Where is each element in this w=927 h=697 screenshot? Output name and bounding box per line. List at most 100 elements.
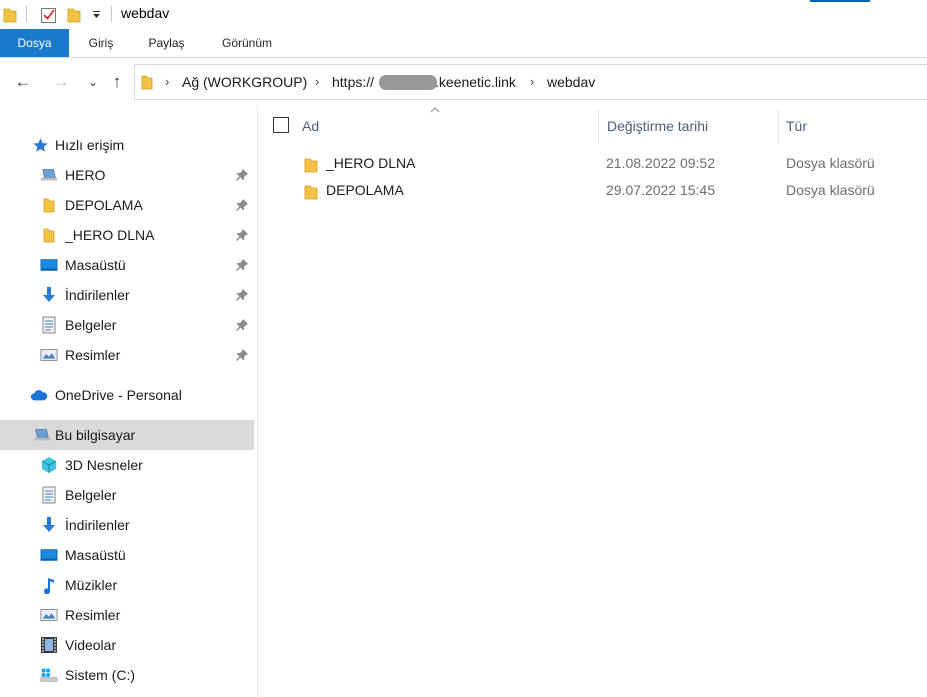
redacted-hostname [379,75,437,90]
address-bar[interactable]: › Ağ (WORKGROUP) › https:// .keenetic.li… [134,64,927,100]
desktop-icon [40,256,58,274]
column-divider[interactable] [598,110,599,144]
sidebar-item-depolama[interactable]: DEPOLAMA [0,190,254,220]
tab-home[interactable]: Giriş [78,29,124,57]
breadcrumb-host-prefix[interactable]: https:// [332,65,374,99]
sidebar-item-hero-dlna[interactable]: _HERO DLNA [0,220,254,250]
downloads-icon [40,286,58,304]
sidebar-item-label: İndirilenler [65,517,130,533]
column-divider[interactable] [778,110,779,144]
computer-icon [33,426,51,444]
videos-icon [40,636,58,654]
forward-button[interactable]: → [51,72,71,92]
tab-view[interactable]: Görünüm [212,29,282,57]
sidebar-item-desktop[interactable]: Masaüstü [0,250,254,280]
select-all-checkbox[interactable] [273,117,289,133]
star-icon [31,136,49,154]
new-folder-icon[interactable] [67,6,81,24]
sidebar-item-downloads[interactable]: İndirilenler [0,280,254,310]
sidebar-item-downloads[interactable]: İndirilenler [0,510,254,540]
sidebar-item-onedrive[interactable]: OneDrive - Personal [0,380,254,410]
file-type: Dosya klasörü [786,155,875,171]
file-modified-date: 21.08.2022 09:52 [606,155,715,171]
sidebar-item-label: Resimler [65,607,121,623]
pin-icon[interactable] [235,168,249,182]
sidebar-item-label: Masaüstü [65,547,126,563]
file-row[interactable]: _HERO DLNA 21.08.2022 09:52 Dosya klasör… [258,150,927,177]
breadcrumb-host-suffix[interactable]: .keenetic.link [435,65,516,99]
folder-icon [304,155,320,173]
sidebar-item-label: OneDrive - Personal [55,387,182,403]
sidebar-item-quick-access[interactable]: Hızlı erişim [0,130,254,160]
network-computer-icon [40,166,58,184]
onedrive-cloud-icon [30,386,48,404]
sidebar-item-videos[interactable]: Videolar [0,630,254,660]
sidebar-item-label: Bu bilgisayar [55,427,136,443]
system-drive-icon [40,666,58,684]
sidebar-item-documents[interactable]: Belgeler [0,480,254,510]
title-bar: webdav [0,0,927,30]
pin-icon[interactable] [235,198,249,212]
up-button[interactable]: ↑ [107,72,127,92]
column-header-type[interactable]: Tür [786,106,807,146]
sidebar-item-music[interactable]: Müzikler [0,570,254,600]
recent-locations-button[interactable]: ⌄ [83,72,103,92]
file-modified-date: 29.07.2022 15:45 [606,182,715,198]
sidebar-item-label: Belgeler [65,317,117,333]
pin-icon[interactable] [235,348,249,362]
properties-checkmark-icon[interactable] [40,6,58,24]
pin-icon[interactable] [235,288,249,302]
file-name: _HERO DLNA [326,155,416,171]
sidebar-item-label: Videolar [65,637,117,653]
documents-icon [40,316,58,334]
window-title: webdav [121,5,170,21]
downloads-icon [40,516,58,534]
sidebar-item-documents[interactable]: Belgeler [0,310,254,340]
pin-icon[interactable] [235,258,249,272]
desktop-icon [40,546,58,564]
tab-share[interactable]: Paylaş [139,29,194,57]
customize-dropdown-icon[interactable] [92,6,101,24]
sidebar-item-pictures[interactable]: Resimler [0,340,254,370]
documents-icon [40,486,58,504]
sidebar-item-system-drive[interactable]: Sistem (C:) [0,660,254,690]
sort-ascending-icon [430,106,440,117]
sidebar-item-label: _HERO DLNA [65,227,155,243]
column-header-modified[interactable]: Değiştirme tarihi [607,106,708,146]
breadcrumb-chevron-icon[interactable]: › [530,65,534,99]
sidebar-item-3d-objects[interactable]: 3D Nesneler [0,450,254,480]
folder-icon [304,182,320,200]
back-button[interactable]: ← [13,72,33,92]
toolbar-separator [111,6,112,22]
sidebar-item-hero[interactable]: HERO [0,160,254,190]
folder-icon [141,74,153,95]
file-row[interactable]: DEPOLAMA 29.07.2022 15:45 Dosya klasörü [258,177,927,204]
3d-objects-icon [40,456,58,474]
folder-icon [40,226,58,244]
sidebar-item-pictures[interactable]: Resimler [0,600,254,630]
navigation-bar: ← → ⌄ ↑ › Ağ (WORKGROUP) › https:// .kee… [0,58,927,106]
sidebar-item-label: 3D Nesneler [65,457,143,473]
sidebar-item-this-pc[interactable]: Bu bilgisayar [0,420,254,450]
breadcrumb-network[interactable]: Ağ (WORKGROUP) [182,65,307,99]
column-header-name[interactable]: Ad [302,106,319,146]
sidebar-item-label: HERO [65,167,106,183]
breadcrumb-current-folder[interactable]: webdav [547,65,595,99]
sidebar-item-desktop[interactable]: Masaüstü [0,540,254,570]
breadcrumb-chevron-icon[interactable]: › [315,65,319,99]
pictures-icon [40,606,58,624]
file-type: Dosya klasörü [786,182,875,198]
folder-icon [40,196,58,214]
sidebar-item-label: Belgeler [65,487,117,503]
pin-icon[interactable] [235,318,249,332]
sidebar-item-label: İndirilenler [65,287,130,303]
breadcrumb-chevron-icon[interactable]: › [165,65,169,99]
tab-file[interactable]: Dosya [0,29,69,57]
ribbon-tabs: Dosya Giriş Paylaş Görünüm [0,29,927,58]
sidebar-item-label: DEPOLAMA [65,197,143,213]
folder-icon[interactable] [3,6,17,24]
music-icon [40,576,58,594]
pin-icon[interactable] [235,228,249,242]
sidebar-item-label: Sistem (C:) [65,667,135,683]
file-list: Ad Değiştirme tarihi Tür _HERO DLNA 21.0… [258,106,927,697]
